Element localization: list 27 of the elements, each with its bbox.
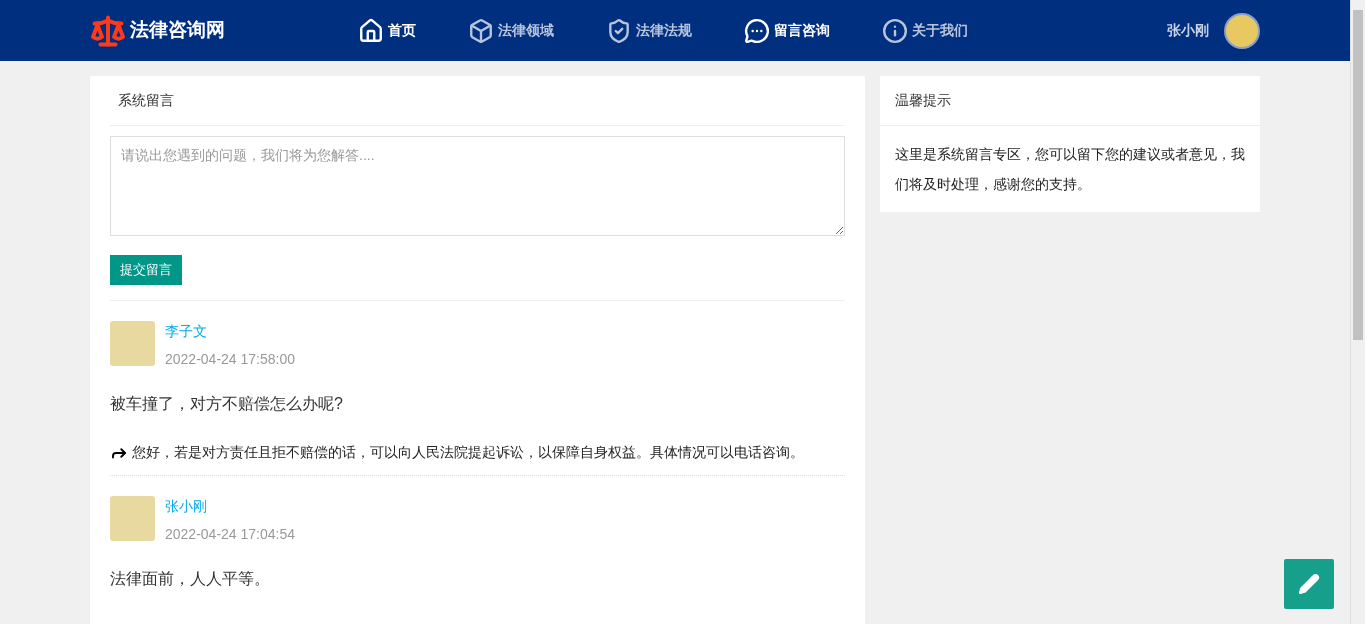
nav-link[interactable]: 法律法规 <box>606 17 692 44</box>
chat-bubble-icon <box>744 17 770 44</box>
message-input-field[interactable]: 请说出您遇到的问题，我们将为您解答.... <box>110 136 845 236</box>
info-icon <box>882 17 908 44</box>
submit-message-button[interactable]: 提交留言 <box>110 255 182 285</box>
nav-link[interactable]: 留言咨询 <box>744 17 830 44</box>
nav-link[interactable]: 法律领域 <box>468 17 554 44</box>
card-title: 系统留言 <box>110 76 845 126</box>
tips-text: 这里是系统留言专区，您可以留下您的建议或者意见，我们将及时处理，感谢您的支持。 <box>894 145 1246 194</box>
card-title: 温馨提示 <box>880 76 1260 126</box>
nav-link[interactable]: 首页 <box>358 17 416 44</box>
shield-check-icon <box>606 17 632 44</box>
user-name[interactable]: 张小刚 <box>1167 20 1209 41</box>
reply-text: 您好，若是对方责任且拒不赔偿的话，可以向人民法院提起诉讼，以保障自身权益。具体情况可以电话咨询。 <box>132 443 804 462</box>
post-time: 2022-04-24 17:58:00 <box>165 350 295 369</box>
post-time: 2022-04-24 17:04:54 <box>165 525 295 544</box>
site-logo-text[interactable]: 法律咨询网 <box>130 16 290 45</box>
cube-icon <box>468 17 494 44</box>
home-icon <box>358 17 384 44</box>
message-text: 被车撞了，对方不赔偿怎么办呢? <box>110 394 344 414</box>
pencil-icon <box>1298 573 1320 595</box>
avatar-placeholder <box>110 321 155 366</box>
write-message-button[interactable] <box>1284 559 1334 609</box>
user-avatar[interactable] <box>1224 12 1260 49</box>
avatar-placeholder <box>110 496 155 541</box>
message-text: 法律面前，人人平等。 <box>110 569 271 589</box>
nav-link[interactable]: 关于我们 <box>882 17 968 44</box>
